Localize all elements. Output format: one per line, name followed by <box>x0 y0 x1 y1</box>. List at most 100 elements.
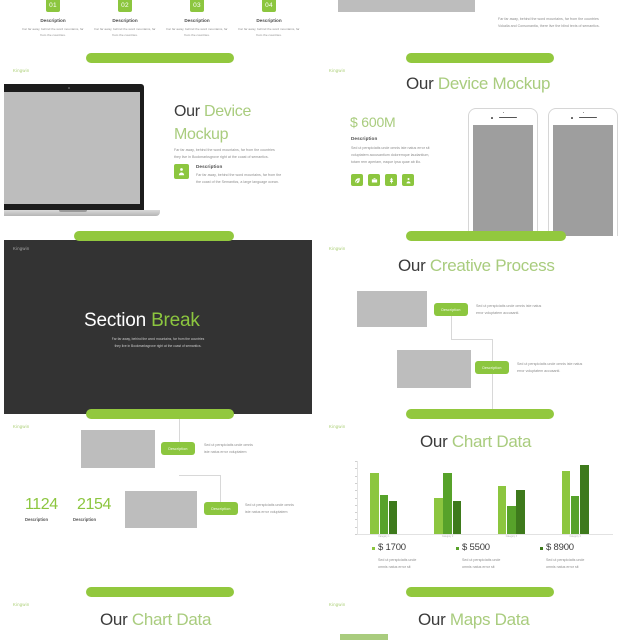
phone-title-word-2: Device Mockup <box>437 74 551 93</box>
phone-mockup-2 <box>548 108 618 236</box>
laptop-camera-icon <box>68 87 70 89</box>
slide-chart-data-bottom[interactable]: Kingwin Our Chart Data <box>4 596 312 640</box>
portfolio-body-line-2: Vokalia and Consonantia, there live the … <box>498 24 600 28</box>
accent-pill-row0-left <box>86 53 234 63</box>
chart-bar <box>497 485 507 534</box>
laptop-feature-body-line-2: the coast of the Semantics, a large lang… <box>196 180 279 184</box>
step-heading-1: Description <box>40 18 66 23</box>
phone-screen <box>553 125 613 236</box>
phone-camera-icon <box>491 117 493 119</box>
maps-data-title: Our Maps Data <box>418 610 530 630</box>
chart-bar <box>580 465 589 534</box>
creative-process-word-2: Creative Process <box>429 256 555 275</box>
slide-device-mockup-phone[interactable]: Kingwin Our Device Mockup $ 600M Descrip… <box>320 62 628 236</box>
section-break-word-1: Section <box>84 310 146 331</box>
maps-data-word-2: Maps Data <box>449 610 530 629</box>
phone-body-line-3: totam rem aperiam, eaque ipsa quae ab il… <box>351 160 422 164</box>
slide-maps-data[interactable]: Kingwin Our Maps Data <box>320 596 628 640</box>
phone-speaker-icon <box>579 117 597 119</box>
chart-y-tick-mark <box>355 526 357 528</box>
stat-value-2: 2154 <box>77 496 111 513</box>
laptop-title-word-2: Device <box>203 103 252 120</box>
leaf-icon[interactable] <box>351 174 363 186</box>
chart-y-tick-mark <box>355 534 357 535</box>
chart-y-tick-mark <box>355 497 357 499</box>
stats-process-connector-2 <box>179 475 220 476</box>
laptop-title-word-3: Mockup <box>174 126 229 144</box>
chart-legend-swatch <box>372 547 376 551</box>
phone-title-word-1: Our <box>406 74 434 93</box>
chart-legend-body-line-2: omnis natus error sit <box>378 565 411 569</box>
stats-process-chip-1[interactable]: Description <box>161 442 195 455</box>
section-break-word-2: Break <box>151 310 200 331</box>
creative-process-title: Our Creative Process <box>398 256 555 276</box>
laptop-trackpad-notch <box>59 210 87 212</box>
chart-legend-body-line-2: omnis natus error sit <box>546 565 579 569</box>
slide-section-break[interactable]: Kingwin Section Break Far far away, behi… <box>4 240 312 414</box>
brand-logo: Kingwin <box>13 246 30 251</box>
slide-stats-process[interactable]: Kingwin Description Sed ut perspiciatis … <box>4 418 312 592</box>
laptop-feature-heading: Description <box>196 164 223 169</box>
step-number-badge-2: 02 <box>118 0 132 12</box>
user-icon <box>174 164 189 179</box>
chart-category-label: Category 2 <box>442 535 454 538</box>
chart-data-word-1: Our <box>420 432 448 451</box>
chart-bar <box>434 497 443 534</box>
creative-process-body-1-line-2: error voluptatem accusanti. <box>476 311 520 315</box>
brand-logo: Kingwin <box>329 602 346 607</box>
phone-stat-value: $ 600M <box>350 114 396 130</box>
laptop-title-word-1: Our <box>174 103 200 120</box>
creative-process-image-2 <box>397 350 471 388</box>
chart-bar <box>388 501 398 534</box>
step-heading-4: Description <box>256 18 282 23</box>
step-number-badge-1: 01 <box>46 0 60 12</box>
chart-legend: $ 1700 Sed ut perspiciatis unde omnis natu… <box>372 542 622 582</box>
step-heading-3: Description <box>184 18 210 23</box>
user-icon[interactable] <box>402 174 414 186</box>
step-body-3: Far far away, behind the word mountains,… <box>166 27 228 38</box>
chart-y-tick-mark <box>355 482 357 484</box>
chart-bar-group <box>358 461 613 534</box>
chart-category-label: Category 1 <box>378 535 390 538</box>
creative-process-connector-2 <box>451 339 492 340</box>
chart-bar <box>570 496 580 534</box>
chart-legend-value: $ 5500 <box>462 542 490 553</box>
step-number-badge-3: 03 <box>190 0 204 12</box>
laptop-title: Our Device Mockup <box>174 100 302 146</box>
tree-icon[interactable] <box>385 174 397 186</box>
phone-camera-icon <box>571 117 573 119</box>
chart-legend-swatch <box>540 547 544 551</box>
slide-creative-process[interactable]: Kingwin Our Creative Process Description… <box>320 240 628 414</box>
slide-process-steps[interactable]: 01 02 03 04 Description Description Desc… <box>4 0 312 58</box>
bar-chart: Category 1 Category 2 Category 3 Category 4 <box>345 461 615 538</box>
chart-data-word-2: Chart Data <box>451 432 532 451</box>
slide-device-mockup-laptop[interactable]: Kingwin Our Device Mockup Far far away, … <box>4 62 312 236</box>
step-number-badge-4: 04 <box>262 0 276 12</box>
step-body-4: Far far away, behind the word mountains,… <box>238 27 300 38</box>
stats-process-chip-2[interactable]: Description <box>204 502 238 515</box>
chart-y-tick-mark <box>355 461 357 462</box>
chart-bar <box>452 501 462 534</box>
accent-pill-row1-right <box>406 231 566 241</box>
chart-bar <box>561 471 571 534</box>
accent-pill-row2-left <box>86 409 234 419</box>
accent-pill-row0-right <box>406 53 554 63</box>
brand-logo: Kingwin <box>329 424 346 429</box>
chart-y-tick-mark <box>355 504 357 506</box>
stat-label-1: Description <box>25 517 49 522</box>
chart-y-tick-mark <box>355 468 357 470</box>
laptop-screen <box>4 92 140 204</box>
slide-chart-data[interactable]: Kingwin Our Chart Data Category 1 Categor… <box>320 418 628 592</box>
phone-title: Our Device Mockup <box>406 74 551 94</box>
chart-y-tick-mark <box>355 475 357 477</box>
phone-speaker-icon <box>499 117 517 119</box>
chart-legend-value: $ 8900 <box>546 542 574 553</box>
creative-process-chip-1[interactable]: Description <box>434 303 468 316</box>
brand-logo: Kingwin <box>13 68 30 73</box>
phone-screen <box>473 125 533 236</box>
briefcase-icon[interactable] <box>368 174 380 186</box>
slide-portfolio-work[interactable]: Our Portfolio Work Far far away, behind … <box>320 0 628 58</box>
section-break-body-line-1: Far far away, behind the word mountains,… <box>111 337 205 341</box>
creative-process-chip-2[interactable]: Description <box>475 361 509 374</box>
maps-data-placeholder <box>340 634 388 640</box>
